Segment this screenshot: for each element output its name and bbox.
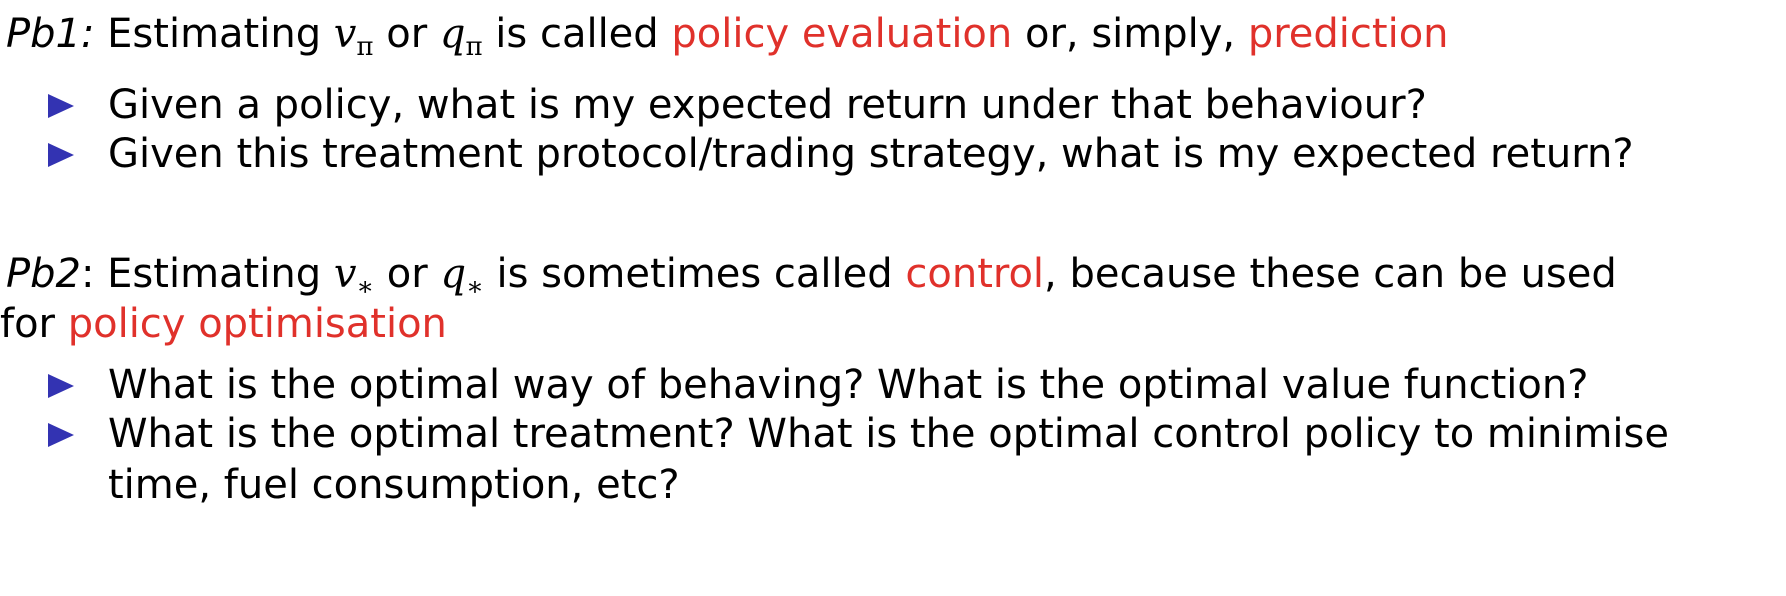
pb1-sub-pi-1: π: [356, 32, 374, 62]
blue-triangle-bullet-icon: [48, 94, 74, 118]
pb2-var-q: q: [440, 251, 467, 297]
pb2-text-2: or: [374, 251, 441, 297]
pb2-text-1: : Estimating: [80, 251, 334, 297]
pb1-sub-pi-2: π: [465, 32, 483, 62]
pb2-heading-cont: for policy optimisation: [0, 296, 1770, 353]
pb2-bullet-2: What is the optimal treatment? What is t…: [108, 411, 1669, 457]
pb1-label: Pb1:: [6, 11, 95, 57]
pb1-highlight-policy-evaluation: policy evaluation: [671, 11, 1013, 57]
pb2-text-4: , because these can be used: [1044, 251, 1617, 297]
pb2-text-3: is sometimes called: [483, 251, 906, 297]
pb1-highlight-prediction: prediction: [1247, 11, 1449, 57]
pb1-text-3: is called: [482, 11, 672, 57]
pb2-bullet-2-cont: time, fuel consumption, etc?: [108, 462, 680, 508]
pb2-highlight-policy-optimisation: policy optimisation: [67, 301, 447, 347]
blue-triangle-bullet-icon: [48, 143, 74, 167]
pb1-bullet-2: Given this treatment protocol/trading st…: [108, 131, 1634, 177]
blue-triangle-bullet-icon: [48, 423, 74, 447]
pb1-text-2: or: [373, 11, 440, 57]
blue-triangle-bullet-icon: [48, 374, 74, 398]
pb1-text-4: or, simply,: [1012, 11, 1248, 57]
pb1-text-1: Estimating: [94, 11, 334, 57]
pb1-var-q: q: [439, 11, 466, 57]
pb2-var-v: v: [333, 251, 357, 297]
pb2-line2-text: for: [0, 301, 68, 347]
slide: Pb1: Estimating vπ or qπ is called polic…: [0, 0, 1786, 596]
pb2-label: Pb2: [6, 251, 81, 297]
pb1-heading: Pb1: Estimating vπ or qπ is called polic…: [6, 6, 1776, 76]
pb2-highlight-control: control: [905, 251, 1045, 297]
pb1-var-v: v: [333, 11, 357, 57]
